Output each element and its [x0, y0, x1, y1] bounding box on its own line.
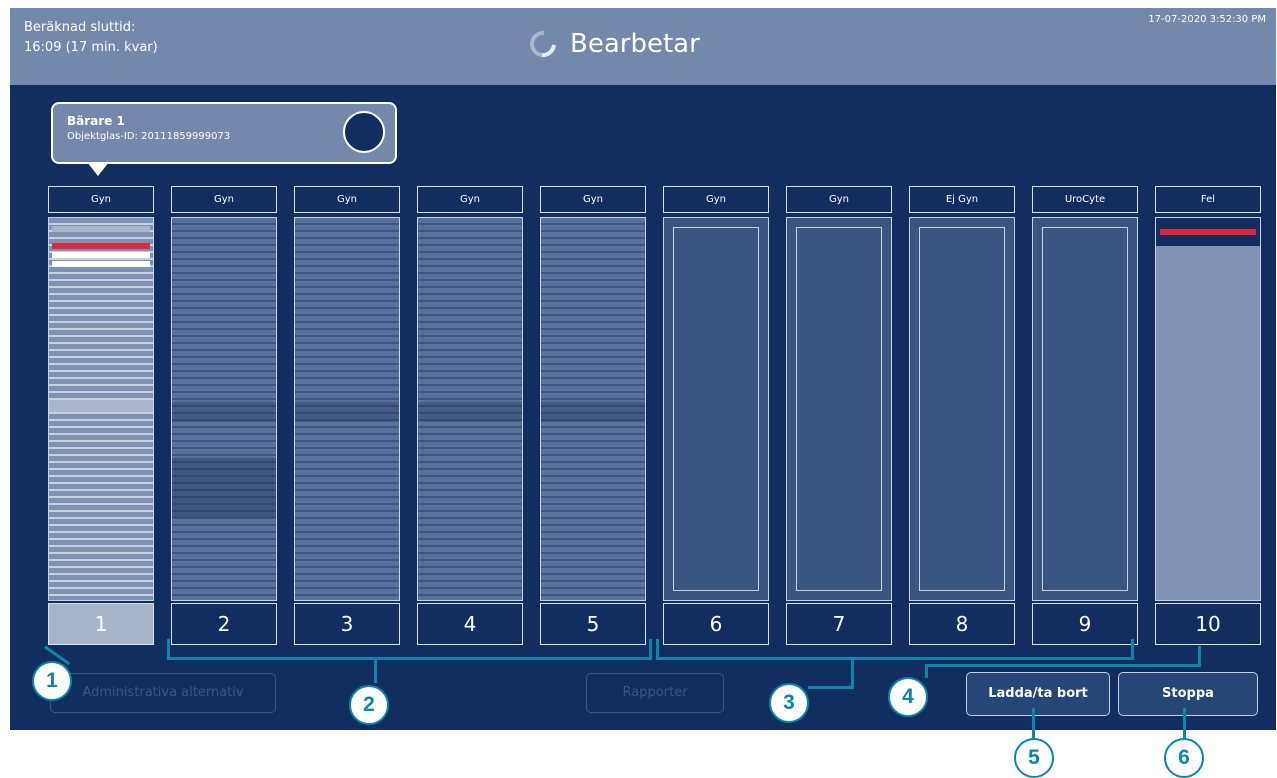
slide-band — [418, 402, 522, 422]
rack-6[interactable]: Gyn 6 — [663, 186, 769, 646]
processing-status: Bearbetar — [524, 22, 700, 66]
eta-label: Beräknad sluttid: — [24, 20, 136, 35]
rack-number[interactable]: 5 — [540, 603, 646, 645]
rack-5[interactable]: Gyn 5 — [540, 186, 646, 646]
callout-bracket-3-right — [1131, 639, 1134, 659]
rack-3[interactable]: Gyn 3 — [294, 186, 400, 646]
callout-bracket-3 — [656, 657, 1134, 660]
rack-number[interactable]: 4 — [417, 603, 523, 645]
rack-type-label: Fel — [1155, 186, 1261, 213]
rack-10[interactable]: Fel 10 — [1155, 186, 1261, 646]
instrument-screen: Beräknad sluttid: 16:09 (17 min. kvar) B… — [10, 8, 1276, 730]
callout-4: 4 — [888, 677, 928, 717]
rack-8[interactable]: Ej Gyn 8 — [909, 186, 1015, 646]
callout-bracket-2-right — [649, 639, 652, 659]
rack-1[interactable]: Gyn 1 — [48, 186, 154, 646]
rack-type-label: Gyn — [294, 186, 400, 213]
callout-line-2 — [374, 657, 377, 683]
slide-band — [172, 458, 276, 518]
load-remove-button[interactable]: Ladda/ta bort — [966, 672, 1110, 716]
rack-slots[interactable] — [171, 217, 277, 601]
empty-slot-frame — [796, 227, 882, 591]
stop-button[interactable]: Stoppa — [1118, 672, 1258, 716]
slide-error-marker — [52, 243, 150, 249]
empty-slot-frame — [673, 227, 759, 591]
slide-marker — [52, 252, 150, 258]
slide-error-marker — [1160, 229, 1256, 235]
eta-value: 16:09 (17 min. kvar) — [24, 40, 158, 55]
empty-slot-frame — [1042, 227, 1128, 591]
rack-type-label: Gyn — [663, 186, 769, 213]
estimated-end-time: Beräknad sluttid: 16:09 (17 min. kvar) — [24, 18, 158, 58]
slide-marker — [52, 261, 150, 267]
rack-7[interactable]: Gyn 7 — [786, 186, 892, 646]
admin-options-button[interactable]: Administrativa alternativ — [50, 673, 276, 713]
rack-type-label: Gyn — [48, 186, 154, 213]
date-time: 17-07-2020 3:52:30 PM — [1148, 14, 1266, 25]
spinner-icon — [524, 25, 562, 63]
callout-2: 2 — [349, 685, 389, 725]
rack-2[interactable]: Gyn 2 — [171, 186, 277, 646]
rack-slots[interactable] — [786, 217, 892, 601]
callout-1: 1 — [32, 661, 72, 701]
rack-slots[interactable] — [48, 217, 154, 601]
rack-type-label: Gyn — [786, 186, 892, 213]
rack-slots[interactable] — [417, 217, 523, 601]
empty-slot-frame — [919, 227, 1005, 591]
callout-line-4c — [925, 664, 928, 678]
rack-slots[interactable] — [909, 217, 1015, 601]
rack-slots[interactable] — [663, 217, 769, 601]
rack-number[interactable]: 8 — [909, 603, 1015, 645]
callout-line-3 — [851, 657, 854, 689]
rack-type-label: Gyn — [171, 186, 277, 213]
status-text: Bearbetar — [570, 29, 700, 59]
rack-number[interactable]: 3 — [294, 603, 400, 645]
rack-type-label: Gyn — [417, 186, 523, 213]
rack-slots[interactable] — [1032, 217, 1138, 601]
rack-number[interactable]: 7 — [786, 603, 892, 645]
rack-tooltip: Bärare 1 Objektglas-ID: 20111859999073 — [51, 102, 397, 176]
rack-slots[interactable] — [1155, 217, 1261, 601]
rack-slots[interactable] — [294, 217, 400, 601]
callout-line-5 — [1032, 708, 1035, 740]
callout-line-3b — [808, 686, 854, 689]
slide-marker — [52, 226, 150, 232]
rack-number[interactable]: 1 — [48, 603, 154, 645]
tooltip-title: Bärare 1 — [67, 114, 125, 128]
rack-number[interactable]: 10 — [1155, 603, 1261, 645]
callout-6: 6 — [1164, 738, 1204, 778]
callout-line-4a — [1198, 646, 1201, 666]
callout-line-6 — [1183, 708, 1186, 740]
rack-number[interactable]: 2 — [171, 603, 277, 645]
rack-type-label: Ej Gyn — [909, 186, 1015, 213]
status-header: Beräknad sluttid: 16:09 (17 min. kvar) B… — [10, 8, 1276, 85]
rack-4[interactable]: Gyn 4 — [417, 186, 523, 646]
rack-slots[interactable] — [540, 217, 646, 601]
callout-3: 3 — [769, 683, 809, 723]
callout-bracket-3-left — [656, 639, 659, 659]
slide-band — [295, 402, 399, 422]
callout-bracket-2-left — [167, 639, 170, 659]
slide-band — [172, 402, 276, 422]
rack-type-label: Gyn — [540, 186, 646, 213]
callout-5: 5 — [1014, 738, 1054, 778]
rack-number[interactable]: 9 — [1032, 603, 1138, 645]
slide-band — [49, 400, 153, 412]
tooltip-slide-id: Objektglas-ID: 20111859999073 — [67, 131, 231, 142]
rack-type-label: UroCyte — [1032, 186, 1138, 213]
slide-indicator-icon — [343, 111, 385, 153]
callout-bracket-2 — [167, 657, 652, 660]
rack-9[interactable]: UroCyte 9 — [1032, 186, 1138, 646]
slide-band — [541, 402, 645, 422]
callout-line-4b — [925, 664, 1201, 667]
rack-number[interactable]: 6 — [663, 603, 769, 645]
reports-button[interactable]: Rapporter — [586, 673, 724, 713]
